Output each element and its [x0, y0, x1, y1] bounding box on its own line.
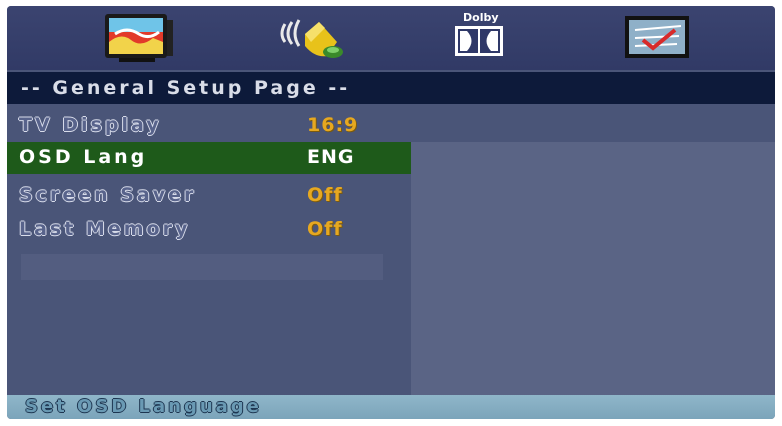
preference-setup-icon [625, 16, 689, 58]
tab-preference-setup[interactable] [621, 14, 697, 66]
menu-item-osd-lang[interactable]: OSD Lang ENG [7, 142, 411, 174]
menu-item-screen-saver[interactable]: Screen Saver Off [7, 180, 411, 212]
menu-item-label: OSD Lang [19, 146, 148, 168]
audio-setup-icon [280, 19, 343, 58]
page-title-bar: -- General Setup Page -- [7, 72, 775, 104]
dolby-tab-text: Dolby [463, 11, 499, 24]
menu-item-label: Last Memory [19, 218, 191, 240]
menu-item-value: Off [307, 184, 343, 206]
help-text: Set OSD Language [25, 396, 262, 417]
osd-setup-window: Dolby -- General Setup Page -- TV Displa… [7, 6, 775, 419]
menu-item-label: TV Display [19, 114, 162, 136]
empty-menu-row [21, 254, 383, 280]
menu-item-value: 16:9 [307, 114, 359, 136]
menu-item-tv-display[interactable]: TV Display 16:9 [7, 110, 411, 142]
menu-item-value: Off [307, 218, 343, 240]
menu-item-value: ENG [307, 146, 355, 168]
menu-item-label: Screen Saver [19, 184, 197, 206]
general-setup-icon [105, 14, 173, 62]
option-panel [411, 142, 775, 395]
setup-tab-bar: Dolby [7, 6, 775, 70]
page-title: -- General Setup Page -- [21, 77, 351, 99]
help-bar: Set OSD Language [7, 395, 775, 419]
tab-audio-setup[interactable] [275, 12, 355, 68]
dolby-setup-icon: Dolby [455, 11, 503, 56]
tab-general-setup[interactable] [101, 12, 177, 68]
tab-dolby-setup[interactable]: Dolby [453, 9, 513, 67]
menu-item-last-memory[interactable]: Last Memory Off [7, 214, 411, 246]
